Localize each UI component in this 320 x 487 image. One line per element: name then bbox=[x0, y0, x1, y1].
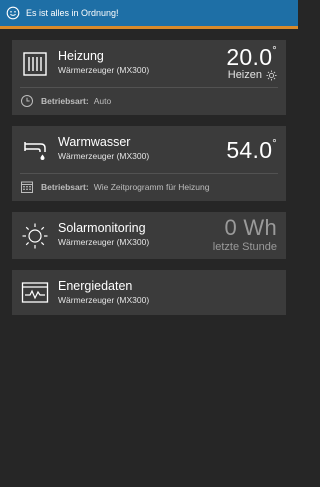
monitor-chart-icon bbox=[21, 279, 49, 307]
energiedaten-title: Energiedaten bbox=[58, 279, 133, 293]
heizung-temperature: 20.0° bbox=[226, 44, 277, 70]
warmwasser-subtitle: Wärmerzeuger (MX300) bbox=[58, 151, 150, 161]
status-message: Es ist alles in Ordnung! bbox=[26, 8, 119, 18]
heizung-betriebsart-row[interactable]: Betriebsart: Auto bbox=[20, 94, 278, 108]
smiley-icon bbox=[6, 6, 20, 20]
heizung-subtitle: Wärmerzeuger (MX300) bbox=[58, 65, 150, 75]
solar-energy-value: 0 Wh bbox=[224, 215, 277, 240]
energiedaten-subtitle: Wärmerzeuger (MX300) bbox=[58, 295, 150, 305]
heizung-mode: Heizen bbox=[228, 69, 277, 81]
warmwasser-temperature: 54.0° bbox=[226, 137, 277, 163]
heizung-mode-label: Heizen bbox=[227, 69, 262, 81]
solarmonitoring-subtitle: Wärmerzeuger (MX300) bbox=[58, 237, 150, 247]
clock-icon bbox=[20, 94, 34, 108]
solarmonitoring-title: Solarmonitoring bbox=[58, 221, 146, 235]
divider bbox=[20, 173, 278, 174]
betriebsart-label: Betriebsart: bbox=[41, 96, 89, 106]
status-bar[interactable]: Es ist alles in Ordnung! bbox=[0, 0, 298, 29]
betriebsart-value: Wie Zeitprogramm für Heizung bbox=[93, 182, 210, 192]
solar-value-caption: letzte Stunde bbox=[212, 241, 277, 253]
energiedaten-card[interactable]: Energiedaten Wärmerzeuger (MX300) bbox=[12, 270, 286, 315]
faucet-icon bbox=[21, 136, 49, 164]
radiator-icon bbox=[21, 50, 49, 78]
divider bbox=[20, 87, 278, 88]
betriebsart-label: Betriebsart: bbox=[41, 182, 89, 192]
sun-icon bbox=[266, 69, 277, 81]
heizung-card[interactable]: Heizung Wärmerzeuger (MX300) 20.0° Heize… bbox=[12, 40, 286, 115]
solarmonitoring-card[interactable]: Solarmonitoring Wärmerzeuger (MX300) 0 W… bbox=[12, 212, 286, 259]
warmwasser-title: Warmwasser bbox=[58, 135, 131, 149]
schedule-icon bbox=[20, 180, 34, 194]
warmwasser-betriebsart-row[interactable]: Betriebsart: Wie Zeitprogramm für Heizun… bbox=[20, 180, 278, 194]
betriebsart-value: Auto bbox=[93, 96, 112, 106]
heizung-title: Heizung bbox=[58, 49, 104, 63]
sun-icon bbox=[21, 222, 49, 250]
warmwasser-card[interactable]: Warmwasser Wärmerzeuger (MX300) 54.0° Be… bbox=[12, 126, 286, 201]
